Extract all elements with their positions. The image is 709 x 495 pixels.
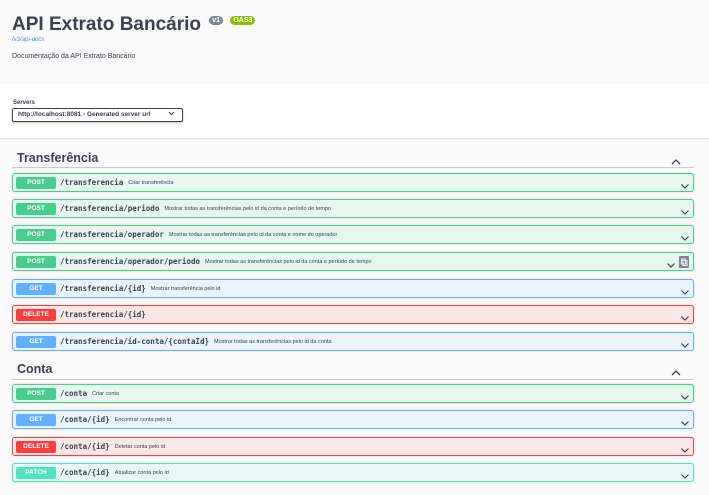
- chevron-down-icon[interactable]: [680, 284, 690, 295]
- servers-panel: Servers http://localhost:8081 - Generate…: [0, 84, 709, 138]
- operation-path: /transferencia/{id}: [60, 284, 146, 293]
- operation-path: /transferencia: [60, 178, 124, 187]
- operation-path: /conta/{id}: [60, 468, 110, 477]
- operation-get-transferencia-id[interactable]: GET /transferencia/{id} Mostrar transfer…: [12, 279, 694, 298]
- chevron-down-icon[interactable]: [680, 230, 690, 241]
- method-badge: POST: [16, 387, 56, 400]
- operation-post-transferencia[interactable]: POST /transferencia Criar transferência: [12, 173, 694, 192]
- chevron-down-icon[interactable]: [680, 310, 690, 321]
- operation-summary: Deletar conta pelo id: [114, 443, 166, 450]
- operation-path: /conta/{id}: [60, 442, 110, 451]
- api-description: Documentação da API Extrato Bancário: [12, 53, 136, 60]
- method-badge: DELETE: [16, 308, 56, 321]
- chevron-down-icon[interactable]: [680, 442, 690, 453]
- operation-delete-transferencia-id[interactable]: DELETE /transferencia/{id}: [12, 305, 694, 324]
- method-badge: GET: [16, 282, 56, 295]
- operation-patch-conta-id[interactable]: PATCH /conta/{id} Atualizar conta pelo i…: [12, 463, 694, 482]
- chevron-down-icon: [168, 111, 175, 118]
- chevron-down-icon[interactable]: [680, 337, 690, 348]
- operation-summary: Mostrar transferência pelo id: [150, 285, 221, 292]
- server-select-value: http://localhost:8081 - Generated server…: [18, 111, 151, 118]
- method-badge: POST: [16, 255, 56, 268]
- operation-summary: Encontrar conta pelo id: [114, 416, 172, 423]
- operation-path: /transferencia/operador/periodo: [60, 257, 200, 266]
- section-title-transferencia[interactable]: Transferência: [17, 151, 98, 165]
- section-divider: [12, 167, 694, 168]
- operation-summary: Mostrar todas as transferências pelo id …: [214, 338, 332, 345]
- operation-get-conta-id[interactable]: GET /conta/{id} Encontrar conta pelo id: [12, 410, 694, 429]
- method-badge: DELETE: [16, 440, 56, 453]
- chevron-down-icon[interactable]: [680, 415, 690, 426]
- oas-badge: OAS3: [230, 16, 256, 25]
- operation-path: /conta: [60, 389, 88, 398]
- chevron-down-icon[interactable]: [680, 389, 690, 400]
- section-divider: [12, 379, 694, 380]
- api-info-header: API Extrato Bancário v1 OAS3 /v3/api-doc…: [0, 0, 709, 84]
- operation-summary: Mostrar todas as transferências pelo id …: [168, 231, 338, 238]
- operation-path: /transferencia/id-conta/{contaId}: [60, 337, 210, 346]
- chevron-down-icon[interactable]: [680, 178, 690, 189]
- operation-get-transferencia-id-conta[interactable]: GET /transferencia/id-conta/{contaId} Mo…: [12, 332, 694, 351]
- operation-post-transferencia-operador[interactable]: POST /transferencia/operador Mostrar tod…: [12, 225, 694, 244]
- section-title-conta[interactable]: Conta: [17, 362, 52, 376]
- operation-path: /transferencia/operador: [60, 230, 164, 239]
- operation-summary: Atualizar conta pelo id: [114, 469, 169, 476]
- operation-post-conta[interactable]: POST /conta Criar conta: [12, 384, 694, 403]
- operation-path: /transferencia/{id}: [60, 310, 146, 319]
- method-badge: POST: [16, 202, 56, 215]
- api-title: API Extrato Bancário v1 OAS3: [12, 14, 256, 36]
- server-select[interactable]: http://localhost:8081 - Generated server…: [12, 108, 183, 122]
- operation-post-transferencia-operador-periodo[interactable]: POST /transferencia/operador/periodo Mos…: [12, 252, 694, 271]
- api-docs-link[interactable]: /v3/api-docs: [12, 37, 44, 43]
- operation-summary: Criar conta: [92, 390, 119, 397]
- api-title-text: API Extrato Bancário: [12, 14, 201, 35]
- servers-label: Servers: [13, 100, 36, 106]
- chevron-up-icon[interactable]: [670, 153, 682, 165]
- chevron-down-icon[interactable]: [680, 204, 690, 215]
- version-badge: v1: [209, 16, 224, 25]
- method-badge: GET: [16, 335, 56, 348]
- chevron-up-icon[interactable]: [670, 364, 682, 376]
- copy-icon[interactable]: [679, 256, 689, 268]
- operation-delete-conta-id[interactable]: DELETE /conta/{id} Deletar conta pelo id: [12, 437, 694, 456]
- operation-path: /conta/{id}: [60, 415, 110, 424]
- operation-summary: Criar transferência: [128, 179, 174, 186]
- chevron-down-icon[interactable]: [680, 468, 690, 479]
- operation-path: /transferencia/periodo: [60, 204, 160, 213]
- chevron-down-icon[interactable]: [666, 257, 676, 268]
- operation-post-transferencia-periodo[interactable]: POST /transferencia/periodo Mostrar toda…: [12, 199, 694, 218]
- method-badge: PATCH: [16, 466, 56, 479]
- method-badge: POST: [16, 228, 56, 241]
- method-badge: POST: [16, 176, 56, 189]
- operation-summary: Mostrar todas as transferências pelo id …: [204, 258, 372, 265]
- operation-summary: Mostrar todas as transferências pelo id …: [164, 205, 331, 212]
- method-badge: GET: [16, 413, 56, 426]
